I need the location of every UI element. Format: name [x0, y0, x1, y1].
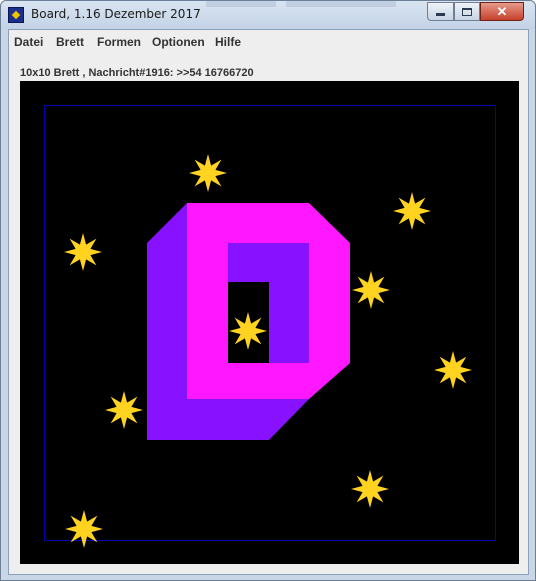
star-icon: [64, 233, 102, 271]
window-title: Board, 1.16 Dezember 2017: [31, 7, 201, 21]
star-icon: [105, 391, 143, 429]
background-window-ghost: [286, 1, 396, 7]
close-icon: ✕: [496, 3, 508, 19]
star-icon: [229, 312, 267, 350]
star-icon: [65, 510, 103, 548]
board-canvas[interactable]: [20, 81, 519, 564]
title-bar[interactable]: Board, 1.16 Dezember 2017 ✕: [1, 1, 535, 29]
app-window: Board, 1.16 Dezember 2017 ✕ Datei Brett …: [0, 0, 536, 581]
client-area: Datei Brett Formen Optionen Hilfe 10x10 …: [8, 29, 529, 575]
menu-hilfe[interactable]: Hilfe: [215, 35, 241, 49]
star-icon: [352, 271, 390, 309]
menu-datei[interactable]: Datei: [14, 35, 43, 49]
star-icon: [434, 351, 472, 389]
star-icon: [393, 192, 431, 230]
menu-optionen[interactable]: Optionen: [152, 35, 205, 49]
letter-d-front: [187, 203, 350, 399]
close-button[interactable]: ✕: [480, 2, 524, 21]
board-app-icon[interactable]: [8, 7, 24, 23]
status-message: 10x10 Brett , Nachricht#1916: >>54 16766…: [20, 67, 254, 79]
menu-brett[interactable]: Brett: [56, 35, 84, 49]
background-window-ghost: [206, 1, 276, 7]
maximize-button[interactable]: [454, 2, 480, 21]
menu-bar: Datei Brett Formen Optionen Hilfe: [9, 30, 528, 54]
maximize-icon: [462, 7, 472, 16]
minimize-button[interactable]: [427, 2, 454, 21]
minimize-icon: [436, 13, 445, 16]
letter-d-hole-shadow: [228, 243, 309, 363]
star-icon: [351, 470, 389, 508]
star-icon: [189, 154, 227, 192]
menu-formen[interactable]: Formen: [97, 35, 141, 49]
game-board[interactable]: [20, 81, 519, 564]
